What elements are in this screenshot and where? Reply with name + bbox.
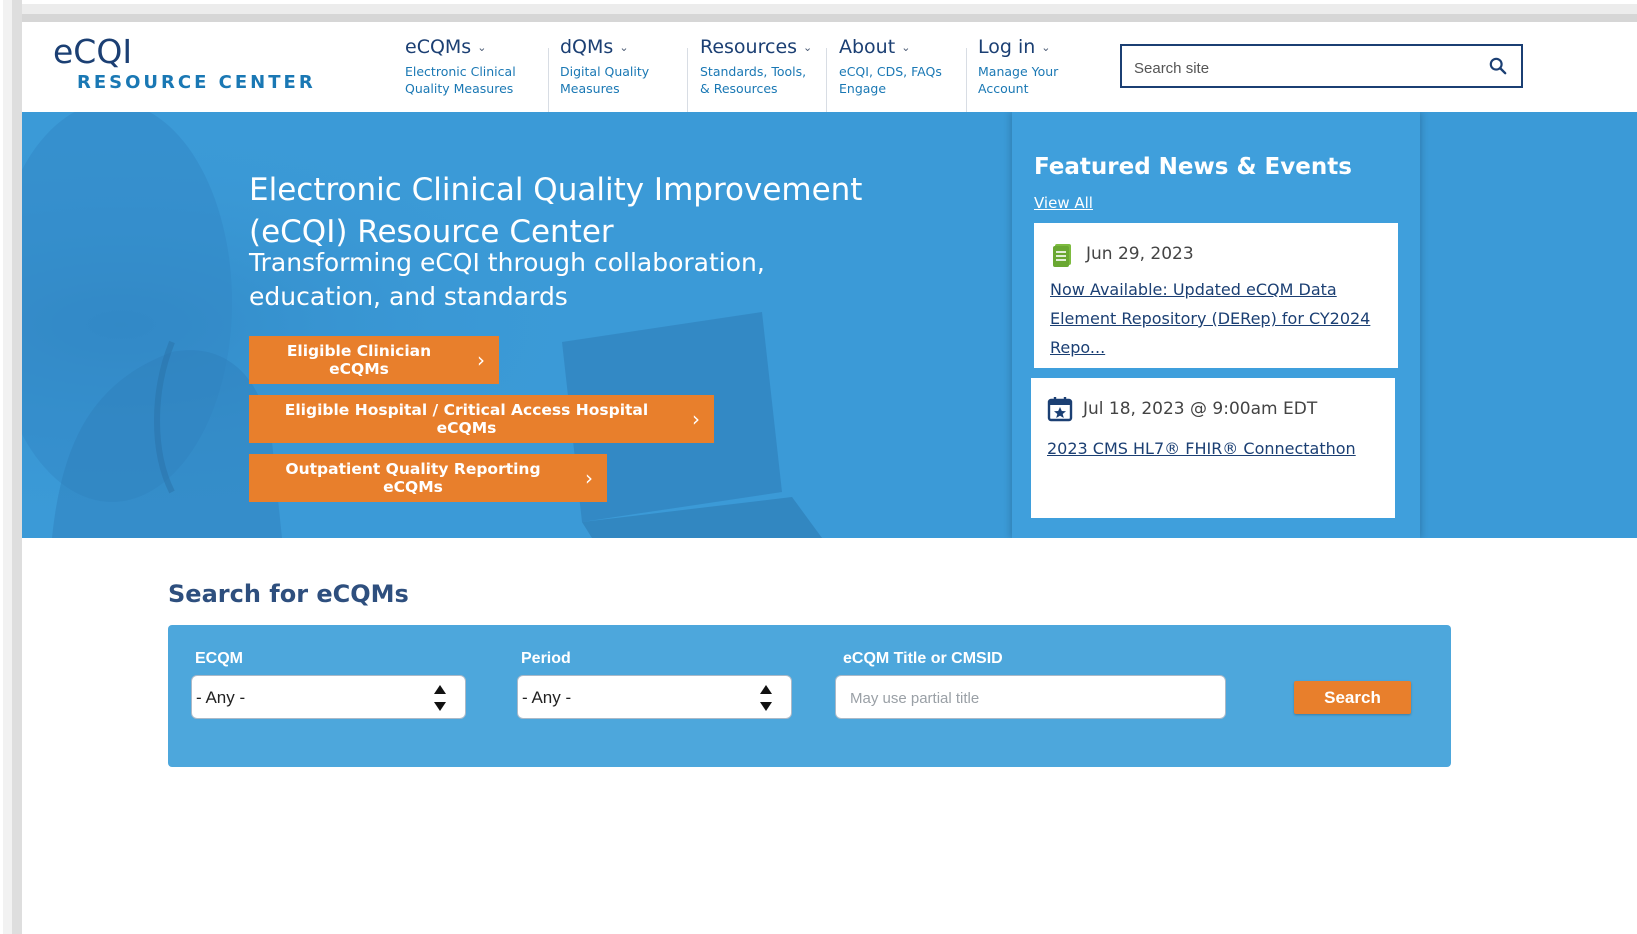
news-link[interactable]: Now Available: Updated eCQM Data Element…: [1050, 275, 1382, 362]
event-link[interactable]: 2023 CMS HL7® FHIR® Connectathon: [1047, 434, 1379, 463]
document-icon: [1053, 244, 1071, 267]
cta-label: Outpatient Quality Reporting eCQMs: [285, 460, 541, 496]
featured-news-panel: Featured News & Events View All Jun 29, …: [1012, 112, 1420, 538]
nav-item-ecqms[interactable]: eCQMs ⌄ Electronic Clinical Quality Measu…: [405, 36, 525, 106]
hero-subtitle: Transforming eCQI through collaboration,…: [249, 248, 765, 311]
event-card: Jul 18, 2023 @ 9:00am EDT 2023 CMS HL7® …: [1031, 378, 1395, 518]
nav-title: dQMs: [560, 36, 614, 58]
nav-title: Log in: [978, 36, 1036, 58]
nav-subtitle: Standards, Tools, & Resources: [700, 64, 807, 96]
nav-divider: [966, 48, 967, 114]
chevron-right-icon: ›: [477, 348, 485, 372]
news-date: Jun 29, 2023: [1086, 244, 1194, 264]
logo-tagline: RESOURCE CENTER: [77, 72, 316, 93]
nav-subtitle: eCQI, CDS, FAQs Engage: [839, 64, 942, 96]
nav-divider: [548, 48, 549, 114]
outpatient-quality-button[interactable]: Outpatient Quality Reporting eCQMs ›: [249, 454, 607, 502]
ecqm-search-heading: Search for eCQMs: [168, 580, 409, 608]
chevron-right-icon: ›: [692, 407, 700, 431]
chevron-down-icon: ⌄: [901, 42, 911, 54]
event-date: Jul 18, 2023 @ 9:00am EDT: [1083, 399, 1318, 419]
site-search-input[interactable]: [1132, 55, 1476, 81]
hero-banner: Electronic Clinical Quality Improvement …: [22, 112, 1637, 538]
event-date-row: Jul 18, 2023 @ 9:00am EDT: [1047, 396, 1379, 422]
ecqm-title-input[interactable]: [848, 687, 1212, 709]
chevron-down-icon: ⌄: [803, 42, 813, 54]
search-icon[interactable]: [1489, 57, 1507, 75]
nav-item-login[interactable]: Log in ⌄ Manage Your Account: [978, 36, 1073, 106]
ecqm-label: ECQM: [195, 650, 243, 667]
chevron-down-icon: ⌄: [1041, 42, 1051, 54]
chevron-down-icon: ⌄: [619, 42, 629, 54]
chevron-right-icon: ›: [585, 466, 593, 490]
window-frame-left: [0, 0, 22, 934]
up-down-arrows-icon: [434, 685, 446, 711]
period-select[interactable]: - Any -: [517, 675, 792, 719]
nav-item-dqms[interactable]: dQMs ⌄ Digital Quality Measures: [560, 36, 660, 106]
site-header: eCQI RESOURCE CENTER eCQMs ⌄ Electronic C…: [22, 22, 1637, 114]
window-frame-top: [0, 0, 1637, 22]
cta-label: Eligible Hospital / Critical Access Hosp…: [284, 401, 649, 437]
nav-divider: [687, 48, 688, 114]
ecqm-select-value: - Any -: [196, 688, 246, 707]
eligible-clinician-button[interactable]: Eligible Clinician eCQMs ›: [249, 336, 499, 384]
ecqm-select[interactable]: - Any -: [191, 675, 466, 719]
eligible-hospital-button[interactable]: Eligible Hospital / Critical Access Hosp…: [249, 395, 714, 443]
nav-item-resources[interactable]: Resources ⌄ Standards, Tools, & Resources: [700, 36, 815, 106]
view-all-link[interactable]: View All: [1034, 194, 1093, 212]
chevron-down-icon: ⌄: [477, 42, 487, 54]
up-down-arrows-icon: [760, 685, 772, 711]
period-label: Period: [521, 650, 571, 667]
hero-title: Electronic Clinical Quality Improvement …: [249, 171, 863, 250]
ecqm-search-form: ECQM - Any - Period - Any - eCQM Title o…: [168, 625, 1451, 767]
cta-label: Eligible Clinician eCQMs: [286, 342, 432, 378]
nav-subtitle: Digital Quality Measures: [560, 64, 650, 96]
nav-title: eCQMs: [405, 36, 472, 58]
period-select-value: - Any -: [522, 688, 572, 707]
nav-title: Resources: [700, 36, 798, 58]
nav-divider: [826, 48, 827, 114]
ecqm-search-button[interactable]: Search: [1294, 681, 1411, 714]
site-logo[interactable]: eCQI RESOURCE CENTER: [53, 32, 316, 94]
news-heading: Featured News & Events: [1034, 154, 1352, 180]
news-card: Jun 29, 2023 Now Available: Updated eCQM…: [1034, 223, 1398, 368]
news-date-row: Jun 29, 2023: [1050, 241, 1382, 267]
ecqm-title-field: [835, 675, 1226, 719]
logo-wordmark: eCQI: [53, 32, 133, 71]
nav-item-about[interactable]: About ⌄ eCQI, CDS, FAQs Engage: [839, 36, 949, 106]
calendar-icon: [1047, 397, 1073, 422]
nav-title: About: [839, 36, 896, 58]
site-search: [1120, 44, 1523, 88]
title-label: eCQM Title or CMSID: [843, 650, 1003, 667]
nav-subtitle: Electronic Clinical Quality Measures: [405, 64, 516, 96]
nav-subtitle: Manage Your Account: [978, 64, 1059, 96]
